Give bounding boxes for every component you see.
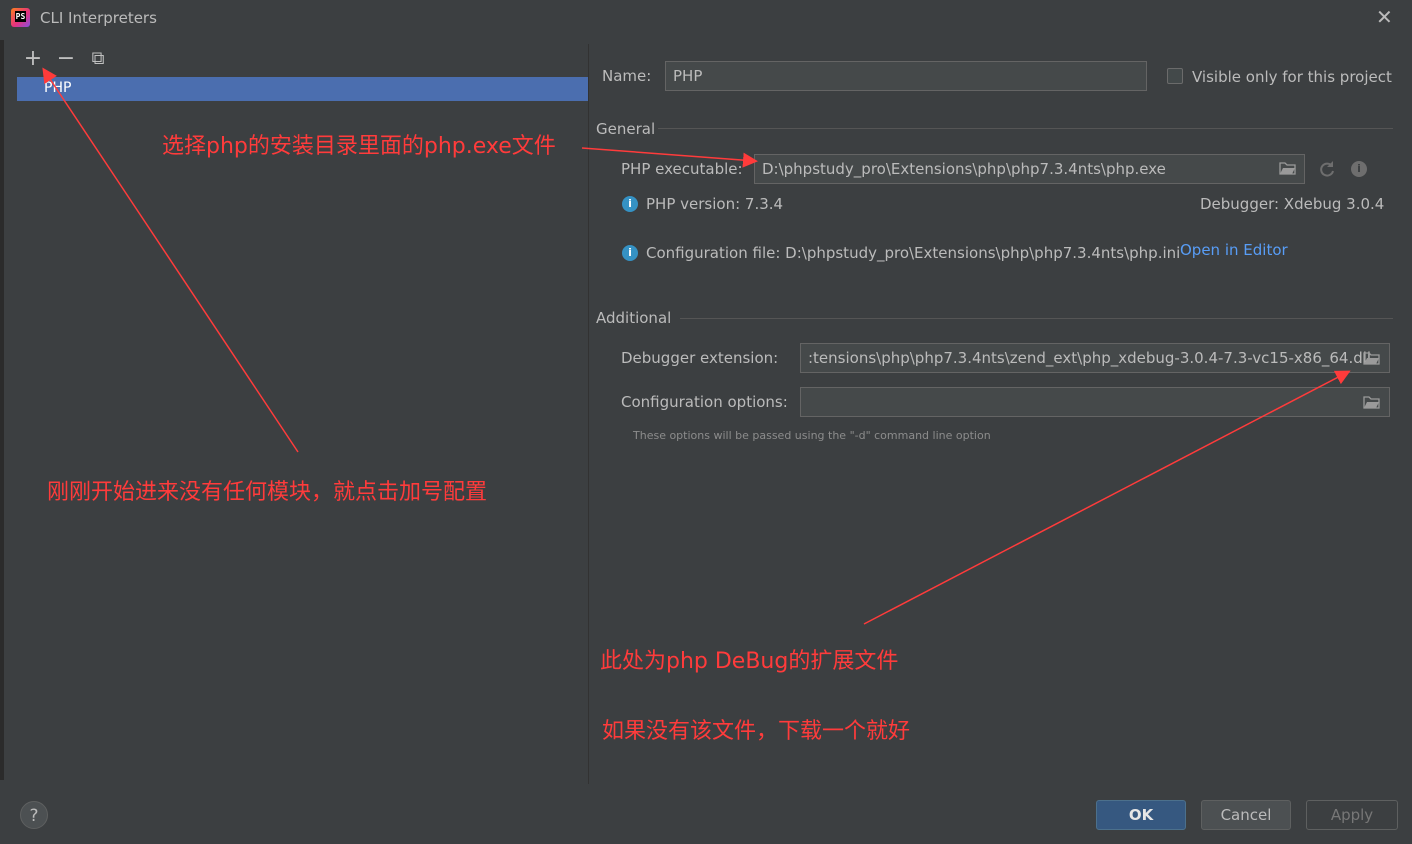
- folder-icon[interactable]: [1363, 352, 1380, 365]
- visible-only-checkbox[interactable]: [1167, 68, 1183, 84]
- debugger-text: Debugger: Xdebug 3.0.4: [1200, 195, 1385, 213]
- interpreter-item-label: PHP: [44, 80, 72, 96]
- title-bar: [0, 0, 1412, 38]
- configuration-options-input[interactable]: [800, 387, 1390, 417]
- additional-separator: [680, 318, 1393, 319]
- debugger-extension-input[interactable]: :tensions\php\php7.3.4nts\zend_ext\php_x…: [800, 343, 1390, 373]
- cancel-button[interactable]: Cancel: [1201, 800, 1291, 830]
- php-executable-input[interactable]: D:\phpstudy_pro\Extensions\php\php7.3.4n…: [754, 154, 1305, 184]
- folder-icon[interactable]: [1279, 162, 1296, 175]
- debugger-extension-label: Debugger extension:: [621, 349, 779, 367]
- name-input[interactable]: PHP: [665, 61, 1147, 91]
- annotation-add-module: 刚刚开始进来没有任何模块，就点击加号配置: [47, 480, 488, 505]
- php-executable-label: PHP executable:: [621, 160, 743, 178]
- add-icon[interactable]: +: [22, 47, 44, 71]
- name-label: Name:: [602, 67, 652, 85]
- window-title: CLI Interpreters: [40, 9, 157, 27]
- copy-icon[interactable]: ⧉: [87, 47, 109, 71]
- interpreter-item-php[interactable]: PHP: [17, 77, 588, 101]
- remove-icon[interactable]: −: [55, 47, 77, 71]
- configuration-options-label: Configuration options:: [621, 393, 788, 411]
- configuration-options-hint: These options will be passed using the "…: [633, 429, 991, 442]
- general-separator: [658, 128, 1393, 129]
- close-icon[interactable]: ✕: [1376, 5, 1393, 29]
- annotation-select-exe: 选择php的安装目录里面的php.exe文件: [162, 134, 556, 159]
- panel-divider[interactable]: [588, 44, 589, 784]
- general-section-title: General: [596, 120, 656, 138]
- php-version-info-icon: i: [622, 196, 638, 212]
- info-icon[interactable]: i: [1351, 161, 1367, 177]
- annotation-debug-ext: 此处为php DeBug的扩展文件: [600, 649, 899, 674]
- ok-button[interactable]: OK: [1096, 800, 1186, 830]
- visible-only-label[interactable]: Visible only for this project: [1192, 68, 1392, 86]
- help-button[interactable]: ?: [20, 801, 48, 829]
- folder-icon[interactable]: [1363, 396, 1380, 409]
- config-file-text: Configuration file: D:\phpstudy_pro\Exte…: [646, 244, 1181, 262]
- phpstorm-logo-text: PS: [15, 11, 26, 22]
- apply-button[interactable]: Apply: [1306, 800, 1398, 830]
- annotation-download: 如果没有该文件，下载一个就好: [602, 719, 911, 744]
- php-version-text: PHP version: 7.3.4: [646, 195, 784, 213]
- open-in-editor-link[interactable]: Open in Editor: [1180, 241, 1288, 259]
- refresh-icon[interactable]: [1318, 160, 1336, 178]
- additional-section-title: Additional: [596, 309, 672, 327]
- config-file-info-icon: i: [622, 245, 638, 261]
